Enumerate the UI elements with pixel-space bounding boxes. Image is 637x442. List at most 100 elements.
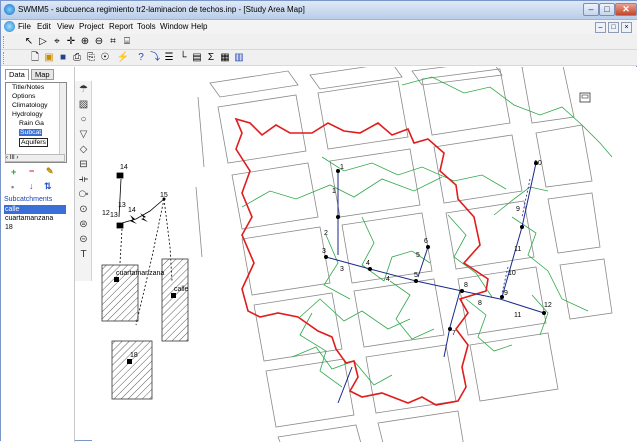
junction-node[interactable] (520, 225, 524, 229)
study-area-map[interactable]: 1 1 2 3 3 4 4 5 5 6 7 8 8 9 9 10 10 11 1… (92, 67, 637, 442)
tree-item-options[interactable]: Options (12, 93, 35, 100)
list-item[interactable]: 18 (4, 223, 66, 232)
menu-report[interactable]: Report (109, 22, 133, 31)
move-down-icon[interactable]: ↓ (29, 181, 34, 191)
profile-plot-icon[interactable]: ⤵ (149, 52, 161, 64)
zoom-in-icon[interactable]: ⊕ (79, 36, 91, 48)
street-grid (195, 67, 613, 442)
outfall-icon[interactable]: ▽ (77, 128, 90, 141)
tree-item-hydrology[interactable]: Hydrology (12, 111, 43, 118)
subcatchment-centroid (114, 277, 119, 282)
node-label: 5 (416, 252, 420, 259)
menu-edit[interactable]: Edit (37, 22, 51, 31)
options-icon[interactable]: ▦ (219, 52, 231, 64)
open-folder-icon[interactable]: ▣ (43, 52, 55, 64)
junction-node[interactable] (460, 289, 464, 293)
print-icon[interactable]: ⎙ (71, 52, 83, 64)
swmm-window: SWMM5 - subcuenca regimiento tr2-laminac… (0, 0, 637, 442)
rain-gage-icon[interactable]: ☂ (77, 83, 90, 96)
maximize-button[interactable]: □ (599, 3, 615, 16)
divider-icon[interactable]: ◇ (77, 143, 90, 156)
outlet-icon[interactable]: ⊝ (77, 233, 90, 246)
node-label: 15 (160, 192, 168, 199)
conduit-icon[interactable]: ⟛ (77, 173, 90, 186)
move-up-icon[interactable]: • (11, 182, 14, 192)
toolbar-grip (3, 36, 6, 48)
subcatchment-label: calle (174, 286, 189, 293)
title-bar: SWMM5 - subcuenca regimiento tr2-laminac… (1, 1, 637, 20)
menu-window[interactable]: Window (160, 22, 188, 31)
query-icon[interactable]: ? (135, 52, 147, 64)
label-tool-icon[interactable]: T (77, 248, 90, 261)
select-vertex-icon[interactable]: ▷ (37, 36, 49, 48)
junction-icon[interactable]: ○ (77, 113, 90, 126)
sort-icon[interactable]: ⇅ (44, 181, 52, 192)
tree-item-title-notes[interactable]: Title/Notes (12, 84, 44, 91)
storage-icon[interactable]: ⊟ (77, 158, 90, 171)
mdi-restore-button[interactable]: □ (608, 22, 619, 33)
subcatchment-centroid (127, 359, 132, 364)
full-extent-icon[interactable]: ⌗ (107, 36, 119, 48)
node-label: 13 (118, 202, 126, 209)
subcatchment-18[interactable] (111, 340, 153, 400)
scatter-plot-icon[interactable]: └ (177, 52, 189, 64)
menu-view[interactable]: View (57, 22, 74, 31)
subcatchment-tool-icon[interactable]: ▨ (77, 98, 90, 111)
menu-tools[interactable]: Tools (137, 22, 156, 31)
zoom-out-icon[interactable]: ⊖ (93, 36, 105, 48)
orifice-icon[interactable]: ⊙ (77, 203, 90, 216)
save-icon[interactable]: ■ (57, 52, 69, 64)
add-object-icon[interactable]: + (11, 167, 16, 177)
edit-object-icon[interactable]: ✎ (46, 166, 54, 177)
close-button[interactable]: ✕ (615, 3, 637, 16)
rain-gage-symbol[interactable] (116, 222, 124, 229)
minimize-button[interactable]: – (583, 3, 599, 16)
tab-map[interactable]: Map (31, 69, 54, 80)
junction-node[interactable] (414, 279, 418, 283)
junction-node[interactable] (426, 245, 430, 249)
copy-icon[interactable]: ⎘ (85, 52, 97, 64)
junction-node[interactable] (368, 267, 372, 271)
find-icon[interactable]: ☉ (99, 52, 111, 64)
junction-node[interactable] (324, 255, 328, 259)
table-icon[interactable]: ▤ (191, 52, 203, 64)
new-file-icon[interactable]: 🗋 (29, 52, 41, 64)
pump-icon[interactable]: ⧂ (77, 188, 90, 201)
subcatchment-calle[interactable] (161, 258, 189, 342)
run-icon[interactable]: ⚡ (117, 52, 129, 64)
list-item[interactable]: cuartamanzana (4, 214, 66, 223)
tree-item-rain-gages[interactable]: Rain Ga (19, 120, 44, 127)
select-region-icon[interactable]: ⌖ (51, 36, 63, 48)
delete-object-icon[interactable]: − (29, 166, 34, 176)
junction-node[interactable] (336, 215, 340, 219)
select-pointer-icon[interactable]: ↖ (23, 36, 35, 48)
project-tree: Title/Notes Options Climatology Hydrolog… (5, 82, 67, 163)
rain-gage-symbol[interactable] (116, 172, 124, 179)
document-icon[interactable] (4, 21, 15, 32)
map-print-icon[interactable] (579, 92, 591, 103)
statistics-icon[interactable]: Σ (205, 52, 217, 64)
weir-icon[interactable]: ⊜ (77, 218, 90, 231)
tree-scrollbar[interactable] (59, 83, 66, 162)
menu-file[interactable]: File (18, 22, 31, 31)
menu-help[interactable]: Help (191, 22, 207, 31)
tree-item-subcatchments[interactable]: Subcat (19, 129, 43, 136)
list-item[interactable]: calle (4, 205, 66, 214)
menu-project[interactable]: Project (79, 22, 104, 31)
mdi-minimize-button[interactable]: – (595, 22, 606, 33)
node-label: 8 (478, 300, 482, 307)
node-label: 12 (544, 302, 552, 309)
tree-item-aquifers[interactable]: Aquifers (19, 138, 48, 147)
arrange-windows-icon[interactable]: ▥ (233, 52, 245, 64)
measure-icon[interactable]: ⌸ (121, 36, 133, 48)
study-area-boundary (234, 117, 489, 406)
tab-data[interactable]: Data (5, 69, 29, 80)
tree-item-climatology[interactable]: Climatology (12, 102, 48, 109)
object-toolbar: ☂ ▨ ○ ▽ ◇ ⊟ ⟛ ⧂ ⊙ ⊜ ⊝ T (75, 81, 92, 281)
tree-horizontal-scrollbar[interactable]: ‹ III › (5, 154, 65, 162)
mdi-close-button[interactable]: × (621, 22, 632, 33)
node-label: 3 (340, 266, 344, 273)
time-series-icon[interactable]: ☰ (163, 52, 175, 64)
outfall-node[interactable] (542, 311, 546, 315)
pan-icon[interactable]: ✛ (65, 36, 77, 48)
